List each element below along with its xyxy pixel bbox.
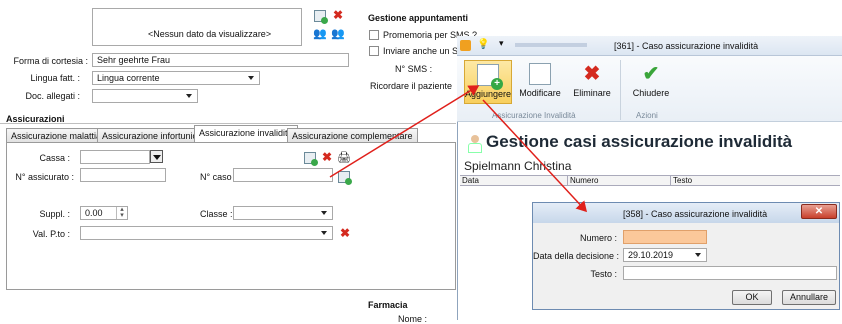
add-button[interactable]: + Aggiungere <box>464 60 512 104</box>
ncaso-doc-icon[interactable] <box>338 171 352 185</box>
tab-malattia[interactable]: Assicurazione malattia <box>6 128 107 142</box>
delete-button-label: Eliminare <box>573 88 611 98</box>
farmacia-title: Farmacia <box>368 300 408 310</box>
qat-dropdown-icon[interactable]: ▾ <box>499 38 511 50</box>
new-doc-icon[interactable] <box>304 152 318 166</box>
data-picker[interactable]: 29.10.2019 <box>623 248 707 262</box>
dialog-close-button[interactable]: ✕ <box>801 204 837 219</box>
nassicurato-field[interactable] <box>80 168 166 182</box>
ncaso-label: N° caso : <box>200 172 237 182</box>
patient-name: Spielmann Christina <box>464 159 572 173</box>
app-icon <box>460 40 471 51</box>
window-title: [361] - Caso assicurazione invalidità <box>614 41 759 51</box>
window-heading: Gestione casi assicurazione invalidità <box>486 132 793 151</box>
nsms-label: N° SMS : <box>395 64 433 74</box>
appointments-title: Gestione appuntamenti <box>368 13 469 23</box>
close-button-label: Chiudere <box>632 88 670 98</box>
add-doc-icon[interactable] <box>314 10 328 24</box>
valpto-clear-icon[interactable]: ✖ <box>339 227 351 239</box>
cancel-button[interactable]: Annullare <box>782 290 836 305</box>
remove-icon[interactable]: ✖ <box>321 151 333 163</box>
delete-x-icon: ✖ <box>583 63 601 85</box>
testo-field[interactable] <box>623 266 837 280</box>
group-azioni-label: Azioni <box>636 111 658 120</box>
nassicurato-label: N° assicurato : <box>15 172 74 182</box>
col-testo[interactable]: Testo <box>670 176 692 186</box>
farmacia-nome-label: Nome : <box>398 314 428 324</box>
tab-complementare[interactable]: Assicurazione complementare <box>287 128 418 142</box>
doc-label: Doc. allegati : <box>25 91 80 101</box>
ncaso-field[interactable] <box>233 168 333 182</box>
dialog: [358] - Caso assicurazione invalidità ✕ … <box>532 202 840 310</box>
sms-also-label: Inviare anche un SM <box>383 46 466 56</box>
edit-button[interactable]: Modificare <box>516 60 564 104</box>
delete-button[interactable]: ✖ Eliminare <box>568 60 616 104</box>
ricordare-label: Ricordare il paziente <box>370 81 453 91</box>
lingua-select[interactable]: Lingua corrente <box>92 71 260 85</box>
blurred-title-text <box>515 43 587 47</box>
bulb-icon[interactable]: 💡 <box>477 39 489 51</box>
delete-icon[interactable]: ✖ <box>332 9 344 21</box>
empty-list-text: <Nessun dato da visualizzare> <box>148 29 272 39</box>
doc-select[interactable] <box>92 89 198 103</box>
dialog-title: [358] - Caso assicurazione invalidità <box>623 209 768 219</box>
classe-select[interactable] <box>233 206 333 220</box>
valpto-label: Val. P.to : <box>32 229 70 239</box>
numero-label: Numero : <box>579 233 617 243</box>
col-numero[interactable]: Numero <box>567 176 598 186</box>
section-divider <box>0 123 456 124</box>
lingua-label: Lingua fatt. : <box>30 73 80 83</box>
group-invalidita-label: Assicurazione Invalidità <box>492 111 576 120</box>
numero-field[interactable] <box>623 230 707 244</box>
dialog-titlebar: [358] - Caso assicurazione invalidità ✕ <box>533 203 839 223</box>
suppl-spinner[interactable]: ▴ ▾ <box>116 206 127 219</box>
people-edit-icon[interactable]: 👥 <box>331 27 345 40</box>
edit-button-label: Modificare <box>519 88 561 98</box>
testo-label: Testo : <box>590 269 617 279</box>
notes-list[interactable]: <Nessun dato da visualizzare> <box>92 8 302 46</box>
edit-doc-icon <box>529 63 551 85</box>
people-icon[interactable]: 👥 <box>313 27 327 40</box>
ribbon-group-separator <box>620 60 621 120</box>
doctor-icon <box>467 135 483 153</box>
checkmark-icon: ✔ <box>642 63 660 85</box>
grid-header: Data Numero Testo <box>460 175 840 186</box>
sms-also-checkbox[interactable] <box>369 46 379 56</box>
col-data[interactable]: Data <box>460 176 479 186</box>
add-button-label: Aggiungere <box>465 89 512 99</box>
cassa-label: Cassa : <box>39 153 70 163</box>
classe-label: Classe : <box>200 209 233 219</box>
window-titlebar: 💡 ▾ [361] - Caso assicurazione invalidit… <box>457 36 842 56</box>
close-button[interactable]: ✔ Chiudere <box>627 60 675 104</box>
tab-infortunio[interactable]: Assicurazione infortunio <box>97 128 203 142</box>
cassa-field[interactable] <box>80 150 150 164</box>
ok-button[interactable]: OK <box>732 290 772 305</box>
valpto-select[interactable] <box>80 226 333 240</box>
tab-invalidita[interactable]: Assicurazione invalidità <box>194 125 298 142</box>
forma-label: Forma di cortesia : <box>13 56 88 66</box>
suppl-label: Suppl. : <box>39 209 70 219</box>
print-icon[interactable]: 🖨 <box>337 151 351 164</box>
forma-field[interactable]: Sehr geehrte Frau <box>92 53 349 67</box>
add-doc-big-icon: + <box>477 64 503 90</box>
cassa-dropdown-button[interactable] <box>150 150 163 163</box>
sms-reminder-checkbox[interactable] <box>369 30 379 40</box>
ribbon: + Aggiungere Modificare ✖ Eliminare ✔ Ch… <box>457 56 842 122</box>
data-label: Data della decisione : <box>533 251 620 261</box>
